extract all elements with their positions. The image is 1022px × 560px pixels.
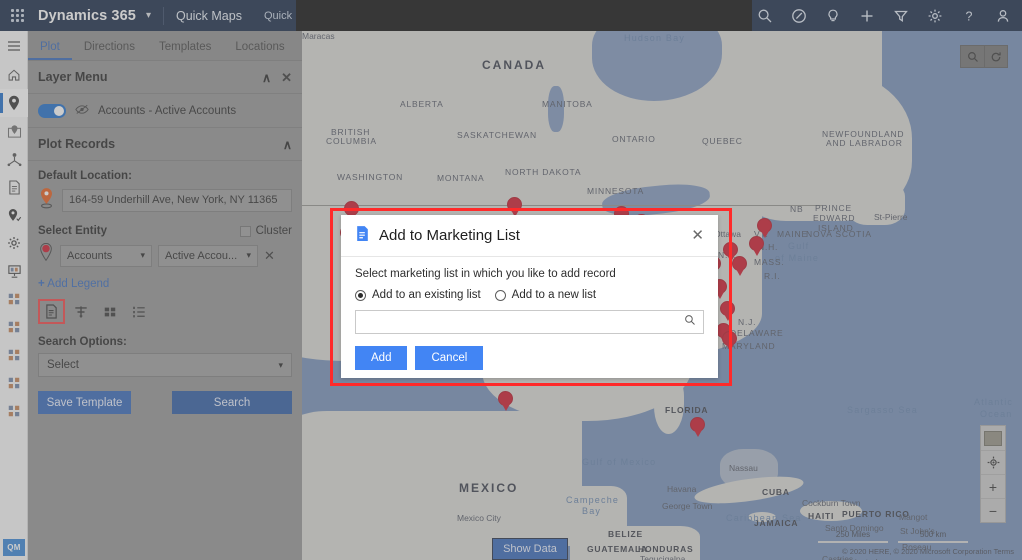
radio-new-list-label: Add to a new list bbox=[511, 289, 597, 301]
dialog-description: Select marketing list in which you like … bbox=[355, 268, 616, 280]
add-button[interactable]: Add bbox=[355, 346, 408, 370]
search-icon[interactable] bbox=[684, 313, 696, 331]
dialog-title: Add to Marketing List bbox=[379, 227, 520, 244]
radio-new-list-dot[interactable] bbox=[494, 289, 506, 301]
dialog-buttons: Add Cancel bbox=[355, 346, 704, 370]
dialog-header: Add to Marketing List ✕ bbox=[341, 215, 718, 257]
radio-existing-list[interactable]: Add to an existing list bbox=[355, 289, 481, 301]
radio-existing-list-label: Add to an existing list bbox=[372, 289, 481, 301]
radio-existing-list-dot[interactable] bbox=[355, 289, 366, 301]
cancel-button[interactable]: Cancel bbox=[415, 346, 484, 370]
document-blue-icon bbox=[355, 225, 370, 247]
dialog-body: Select marketing list in which you like … bbox=[341, 257, 718, 370]
add-to-marketing-list-dialog: Add to Marketing List ✕ Select marketing… bbox=[341, 215, 718, 378]
radio-new-list[interactable]: Add to a new list bbox=[494, 289, 597, 301]
marketing-list-search-field[interactable] bbox=[355, 310, 704, 334]
marketing-list-search-input[interactable] bbox=[363, 316, 684, 328]
list-mode-radio-group: Add to an existing list Add to a new lis… bbox=[355, 289, 704, 301]
close-icon[interactable]: ✕ bbox=[691, 228, 704, 243]
